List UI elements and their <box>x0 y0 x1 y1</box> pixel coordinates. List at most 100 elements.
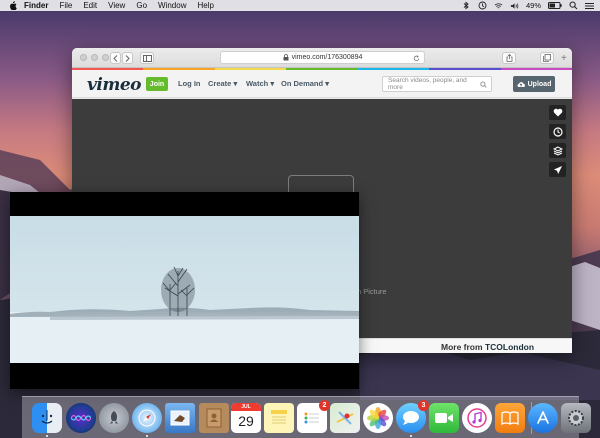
watch-menu[interactable]: Watch ▾ <box>246 79 274 88</box>
finder-face-icon <box>41 410 53 424</box>
menu-help[interactable]: Help <box>197 1 213 10</box>
safari-toolbar: vimeo.com/176300894 + <box>72 48 572 68</box>
dock-messages[interactable]: 3 <box>396 400 429 433</box>
create-menu[interactable]: Create ▾ <box>208 79 237 88</box>
siri-wave-icon <box>71 414 91 422</box>
address-bar-url: vimeo.com/176300894 <box>291 54 363 61</box>
upload-label: Upload <box>527 80 552 88</box>
like-heart-icon[interactable] <box>549 105 566 120</box>
speech-bubble-icon <box>403 411 419 425</box>
login-link[interactable]: Log In <box>178 79 201 88</box>
address-book-icon <box>206 408 222 428</box>
menu-bar: Finder File Edit View Go Window Help 49% <box>0 0 600 11</box>
video-camera-icon <box>435 413 453 423</box>
dock-facetime[interactable] <box>429 403 459 433</box>
dock-itunes[interactable] <box>462 403 492 433</box>
running-indicator <box>146 435 148 437</box>
pip-video-window[interactable] <box>10 192 359 389</box>
calendar-day: 29 <box>238 413 254 429</box>
share-paper-plane-icon[interactable] <box>549 162 566 177</box>
vimeo-logo[interactable]: vimeo <box>87 75 141 95</box>
new-tab-icon[interactable]: + <box>561 53 567 64</box>
on-demand-menu-label: On Demand <box>281 79 324 88</box>
vimeo-header: vimeo Join Log In Create ▾ Watch ▾ On De… <box>72 70 572 98</box>
sidebar-toggle-icon[interactable] <box>140 52 154 64</box>
wifi-icon[interactable] <box>494 1 503 10</box>
join-button[interactable]: Join <box>146 77 168 91</box>
menu-finder[interactable]: Finder <box>24 1 48 10</box>
menu-window[interactable]: Window <box>158 1 186 10</box>
create-menu-label: Create <box>208 79 232 88</box>
search-icon[interactable] <box>480 80 487 88</box>
dock-contacts[interactable] <box>199 403 229 433</box>
battery-icon[interactable] <box>548 1 562 10</box>
watch-later-clock-icon[interactable] <box>549 124 566 139</box>
menu-view[interactable]: View <box>108 1 125 10</box>
dock-maps[interactable] <box>330 403 360 433</box>
eagle-stamp-icon <box>170 410 190 426</box>
address-bar[interactable]: vimeo.com/176300894 <box>220 51 425 64</box>
on-demand-menu[interactable]: On Demand ▾ <box>281 79 329 88</box>
search-input[interactable]: Search videos, people, and more <box>382 76 492 92</box>
rocket-icon <box>110 411 118 424</box>
share-icon[interactable] <box>502 52 516 64</box>
menu-go[interactable]: Go <box>136 1 147 10</box>
gear-icon <box>568 410 584 426</box>
dock-calendar[interactable]: JUL 29 <box>231 403 261 433</box>
dock-mail[interactable] <box>165 403 195 433</box>
cloud-upload-icon <box>517 81 525 87</box>
chevron-down-icon: ▾ <box>325 79 329 88</box>
dock-notes[interactable] <box>264 403 294 433</box>
running-indicator <box>46 435 48 437</box>
back-button[interactable] <box>110 52 121 64</box>
dock-safari[interactable] <box>132 403 162 433</box>
chevron-down-icon: ▾ <box>270 79 275 88</box>
lock-icon <box>283 54 289 61</box>
dock-app-store[interactable] <box>528 403 558 433</box>
channel-link[interactable]: TCOLondon <box>485 342 534 352</box>
app-store-a-icon <box>537 411 549 424</box>
map-pin-icon <box>336 411 354 425</box>
chevron-down-icon: ▾ <box>233 79 238 88</box>
dock-ibooks[interactable] <box>495 403 525 433</box>
spotlight-icon[interactable] <box>569 1 578 10</box>
dock-reminders[interactable]: 2 <box>297 400 330 433</box>
close-window-button[interactable] <box>80 54 87 61</box>
reload-icon[interactable] <box>413 55 420 62</box>
watch-menu-label: Watch <box>246 79 269 88</box>
upload-button[interactable]: Upload <box>513 76 555 92</box>
menu-file[interactable]: File <box>59 1 72 10</box>
volume-icon[interactable] <box>510 1 519 10</box>
open-book-icon <box>501 411 519 425</box>
collections-layers-icon[interactable] <box>549 143 566 158</box>
menu-edit[interactable]: Edit <box>83 1 97 10</box>
tabs-overview-icon[interactable] <box>540 52 554 64</box>
dock-siri[interactable] <box>66 403 96 433</box>
notification-center-icon[interactable] <box>585 1 594 10</box>
dock-system-preferences[interactable] <box>561 403 591 433</box>
zoom-window-button[interactable] <box>102 54 109 61</box>
messages-badge: 3 <box>418 400 429 411</box>
picture-in-picture-label: n Picture <box>357 287 387 296</box>
minimize-window-button[interactable] <box>91 54 98 61</box>
compass-icon <box>138 409 156 427</box>
time-machine-icon[interactable] <box>478 1 487 10</box>
calendar-month: JUL <box>231 403 261 411</box>
forward-button[interactable] <box>122 52 133 64</box>
battery-percentage: 49% <box>525 1 541 10</box>
checklist-icon <box>304 412 319 424</box>
dock-finder[interactable] <box>32 403 62 433</box>
more-from-label: More from <box>441 342 483 352</box>
photos-flower-icon <box>367 407 389 429</box>
more-from-section: More from TCOLondon <box>356 338 572 353</box>
running-indicator <box>410 435 412 437</box>
dock-photos[interactable] <box>363 403 393 433</box>
search-placeholder: Search videos, people, and more <box>388 77 467 91</box>
notes-pad-icon <box>271 410 287 424</box>
apple-menu-icon[interactable] <box>8 1 18 11</box>
reminders-badge: 2 <box>319 400 330 411</box>
music-note-icon <box>467 408 487 428</box>
bluetooth-icon[interactable] <box>462 1 471 10</box>
snowy-landscape-video-frame <box>10 216 359 363</box>
dock-launchpad[interactable] <box>99 403 129 433</box>
